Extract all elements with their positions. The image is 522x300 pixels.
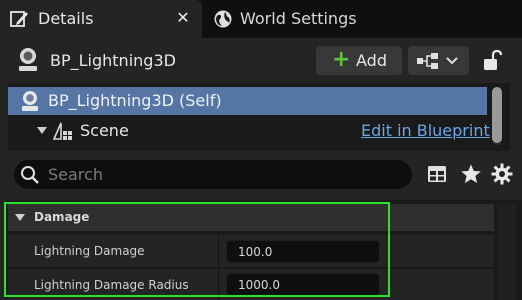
add-label: Add [356, 51, 387, 70]
table-view-icon[interactable] [427, 164, 447, 184]
blueprint-options-button[interactable] [408, 46, 469, 75]
tree-item-scene-label: Scene [80, 121, 129, 140]
tree-scrollbar[interactable] [492, 87, 502, 145]
tab-details[interactable]: Details ✕ [0, 0, 202, 38]
chevron-down-icon [446, 57, 458, 65]
blueprint-hierarchy-icon [417, 53, 438, 69]
gear-icon[interactable] [491, 163, 513, 185]
tree-item-self-label: BP_Lightning3D (Self) [48, 91, 222, 110]
close-tab-icon[interactable]: ✕ [174, 9, 192, 27]
scene-component-icon [52, 122, 72, 140]
search-input[interactable] [48, 163, 398, 186]
properties-scrollbar[interactable] [498, 204, 516, 300]
add-component-button[interactable]: + Add [316, 46, 402, 75]
highlight-box [4, 202, 390, 297]
tab-details-label: Details [38, 9, 94, 28]
search-icon [21, 166, 39, 184]
tab-world-settings[interactable]: World Settings [208, 0, 378, 38]
actor-name: BP_Lightning3D [50, 51, 176, 70]
details-pencil-icon [10, 11, 28, 27]
tab-bar: Details ✕ World Settings [0, 0, 522, 38]
actor-pawn-icon [22, 91, 38, 111]
caret-down-icon[interactable] [36, 126, 48, 136]
tab-world-settings-label: World Settings [240, 9, 357, 28]
edit-in-blueprint-link[interactable]: Edit in Blueprint [361, 121, 490, 140]
globe-icon [214, 10, 232, 28]
tree-scrollbar-thumb[interactable] [492, 87, 502, 143]
actor-pawn-icon [19, 48, 37, 71]
lock-icon[interactable] [481, 49, 503, 73]
star-icon[interactable] [460, 163, 482, 185]
plus-icon: + [332, 47, 351, 72]
